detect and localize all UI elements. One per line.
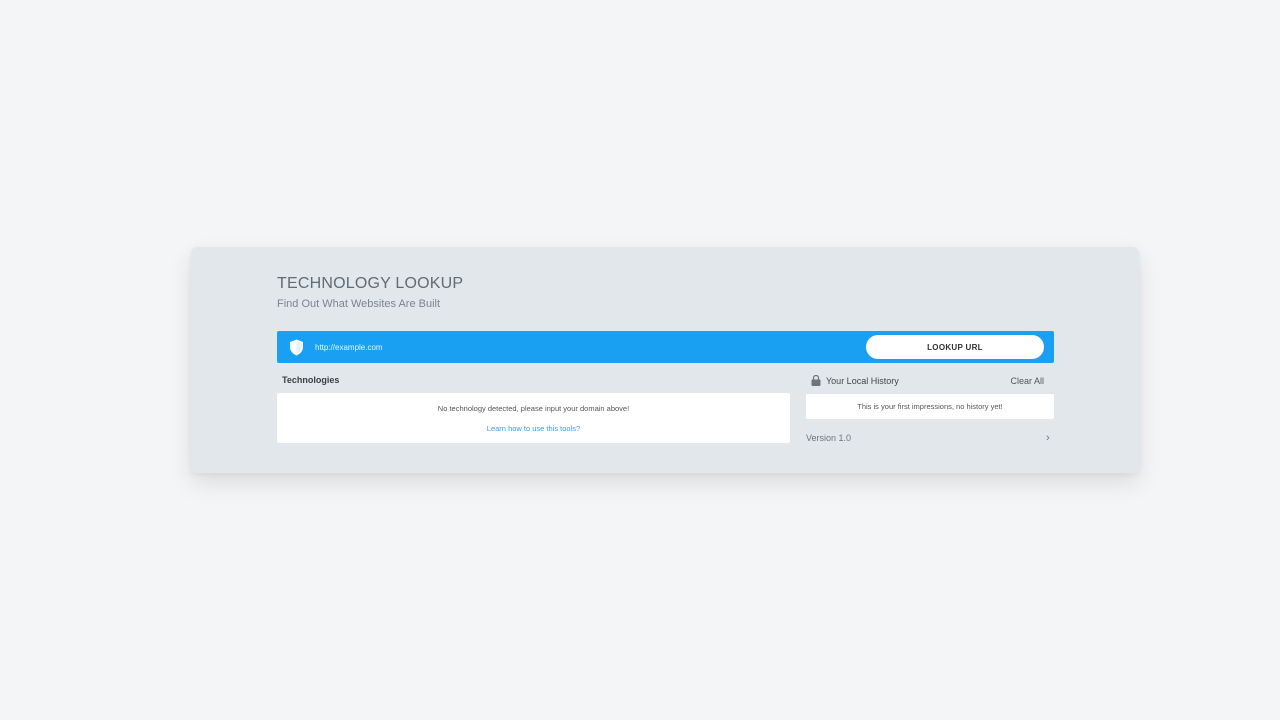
clear-all-button[interactable]: Clear All xyxy=(1010,376,1044,386)
version-label: Version 1.0 xyxy=(806,433,852,443)
history-heading: Your Local History xyxy=(826,376,899,386)
history-panel: This is your first impressions, no histo… xyxy=(806,394,1054,419)
help-link[interactable]: Learn how to use this tools? xyxy=(277,424,790,433)
history-empty-message: This is your first impressions, no histo… xyxy=(857,402,1003,411)
chevron-right-icon[interactable]: › xyxy=(1046,433,1050,444)
shield-icon xyxy=(290,339,303,356)
lookup-card: TECHNOLOGY LOOKUP Find Out What Websites… xyxy=(191,247,1139,473)
lookup-url-button[interactable]: LOOKUP URL xyxy=(866,335,1044,359)
page-title: TECHNOLOGY LOOKUP xyxy=(277,275,464,292)
page-subtitle: Find Out What Websites Are Built xyxy=(277,298,441,310)
technologies-heading: Technologies xyxy=(282,375,340,385)
url-input[interactable] xyxy=(315,337,835,357)
lock-icon xyxy=(811,375,821,386)
lookup-bar: LOOKUP URL xyxy=(277,331,1054,363)
history-header: Your Local History Clear All xyxy=(811,374,1053,388)
technologies-empty-message: No technology detected, please input you… xyxy=(437,404,630,413)
technologies-panel: No technology detected, please input you… xyxy=(277,393,790,443)
